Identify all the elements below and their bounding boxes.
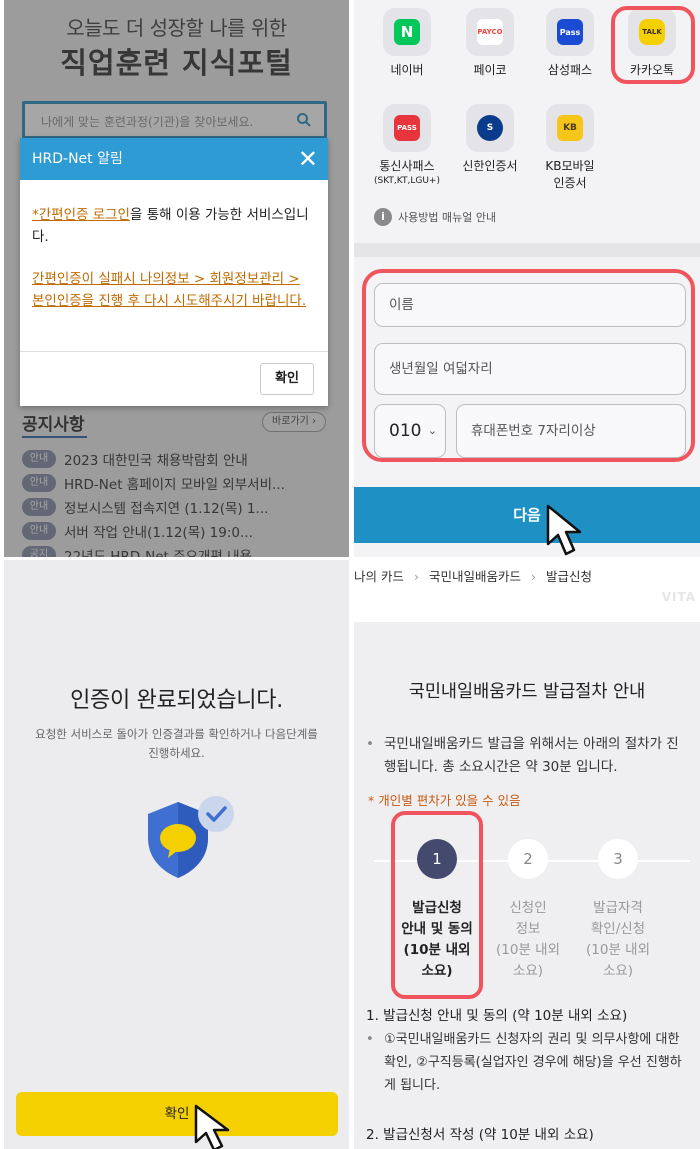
step-line: (10분 내외: [496, 942, 560, 958]
kakaotalk-highlight: [611, 6, 695, 84]
breadcrumb: 나의 카드 › 국민내일배움카드 › 발급신청 VITA: [354, 560, 700, 622]
breadcrumb-item-apply[interactable]: 발급신청: [546, 569, 592, 584]
auth-complete-title: 인증이 완료되었습니다.: [70, 688, 283, 713]
hrd-alert-modal: HRD-Net 알림 ✕ *간편인증 로그인을 통해 이용 가능한 서비스입니다…: [20, 138, 328, 406]
modal-header: HRD-Net 알림 ✕: [20, 138, 328, 180]
breadcrumb-item-card[interactable]: 국민내일배움카드: [429, 569, 521, 584]
auth-app-telecom-pass[interactable]: PASS 통신사패스 (SKT,KT,LGU+): [367, 104, 447, 187]
vita-watermark: VITA: [661, 590, 696, 604]
app-label: 삼성패스: [547, 63, 593, 77]
shinhan-tile: S: [466, 104, 514, 152]
auth-complete-panel: 인증이 완료되었습니다. 요청한 서비스로 돌아가 인증결과를 확인하거나 다음…: [4, 560, 349, 1149]
auth-app-kb[interactable]: KB KB모바일 인증서: [530, 104, 610, 192]
section-1-title: 1. 발급신청 안내 및 동의 (약 10분 내외 소요): [366, 1008, 628, 1024]
modal-divider: [20, 351, 328, 352]
step-line: (10분 내외: [586, 942, 650, 958]
modal-message-2: 간편인증이 실패시 나의정보 > 회원정보관리 > 본인인증을 진행 후 다시 …: [32, 268, 316, 312]
samsung-pass-icon: Pass: [557, 19, 583, 45]
section-1-detail-text: ①국민내일배움카드 신청자의 권리 및 의무사항에 대한 확인, ②구직등록(실…: [384, 1032, 682, 1093]
modal-title: HRD-Net 알림: [32, 151, 123, 167]
confirm-button[interactable]: 확인: [16, 1092, 338, 1136]
app-sublabel: (SKT,KT,LGU+): [374, 176, 440, 186]
samsung-pass-tile: Pass: [546, 8, 594, 56]
guide-intro: • 국민내일배움카드 발급을 위해서는 아래의 절차가 진행됩니다. 총 소요시…: [366, 733, 691, 779]
app-label: 네이버: [390, 63, 424, 77]
modal-ok-button[interactable]: 확인: [260, 363, 314, 395]
step-line: 확인/신청: [590, 921, 646, 937]
auth-app-samsung-pass[interactable]: Pass 삼성패스: [530, 8, 610, 79]
step-line: 신청인: [509, 900, 547, 916]
simple-auth-panel: N 네이버 PAYCO 페이코 Pass 삼성패스 TALK 카카오톡 PASS…: [354, 0, 700, 557]
app-label: KB모바일: [545, 159, 595, 173]
step-line: 발급자격: [593, 900, 643, 916]
step-3-circle[interactable]: 3: [598, 839, 638, 879]
guide-intro-text: 국민내일배움카드 발급을 위해서는 아래의 절차가 진행됩니다. 총 소요시간은…: [384, 736, 679, 775]
auth-app-naver[interactable]: N 네이버: [367, 8, 447, 79]
step-line: 정보: [515, 921, 541, 937]
cursor-pointer-icon: [546, 504, 582, 556]
manual-guide-text: 사용방법 매뉴얼 안내: [398, 211, 497, 224]
simple-auth-login-link[interactable]: *간편인증 로그인: [32, 207, 130, 223]
step-1-highlight: [391, 811, 483, 999]
step-3-label: 발급자격 확인/신청 (10분 내외 소요): [578, 898, 658, 982]
telecom-pass-icon: PASS: [394, 115, 420, 141]
auth-app-payco[interactable]: PAYCO 페이코: [450, 8, 530, 79]
close-icon[interactable]: ✕: [298, 138, 318, 180]
step-line: 소요): [512, 963, 544, 979]
guide-heading: 국민내일배움카드 발급절차 안내: [408, 682, 646, 702]
telecom-pass-tile: PASS: [383, 104, 431, 152]
info-icon: i: [374, 208, 392, 226]
kb-cert-icon: KB: [557, 115, 583, 141]
app-sublabel: 인증서: [553, 176, 587, 190]
section-2-title: 2. 발급신청서 작성 (약 10분 내외 소요): [366, 1127, 594, 1143]
manual-guide-link[interactable]: i 사용방법 매뉴얼 안내: [374, 208, 496, 226]
breadcrumb-item-my-card[interactable]: 나의 카드: [354, 569, 404, 584]
auth-fail-guide-link[interactable]: 간편인증이 실패시 나의정보 > 회원정보관리 > 본인인증을 진행 후 다시 …: [32, 271, 306, 309]
payco-tile: PAYCO: [466, 8, 514, 56]
form-highlight: [362, 269, 695, 462]
bullet-icon: •: [366, 1032, 374, 1047]
next-button[interactable]: 다음: [354, 487, 700, 543]
hrd-net-home-panel: 오늘도 더 성장할 나를 위한 직업훈련 지식포털 나에게 맞는 훈련과정(기관…: [4, 0, 349, 557]
step-2-label: 신청인 정보 (10분 내외 소요): [488, 898, 568, 982]
auth-app-shinhan[interactable]: S 신한인증서: [450, 104, 530, 175]
deviation-warning: * 개인별 편차가 있을 수 있음: [368, 793, 521, 808]
shield-check-icon: [148, 796, 234, 878]
kb-tile: KB: [546, 104, 594, 152]
shinhan-cert-icon: S: [477, 115, 503, 141]
step-line: 소요): [602, 963, 634, 979]
chevron-right-icon: ›: [530, 569, 536, 584]
bullet-icon: •: [366, 736, 374, 752]
app-label: 페이코: [473, 63, 507, 77]
step-2-circle[interactable]: 2: [508, 839, 548, 879]
section-separator: [354, 243, 700, 257]
payco-icon: PAYCO: [477, 19, 503, 45]
naver-icon: N: [394, 19, 420, 45]
app-label: 신한인증서: [462, 159, 518, 173]
modal-body: *간편인증 로그인을 통해 이용 가능한 서비스입니다. 간편인증이 실패시 나…: [20, 180, 328, 312]
naver-tile: N: [383, 8, 431, 56]
app-label: 통신사패스: [379, 159, 435, 173]
modal-message-1: *간편인증 로그인을 통해 이용 가능한 서비스입니다.: [32, 204, 316, 248]
card-issue-guide-panel: 나의 카드 › 국민내일배움카드 › 발급신청 VITA 국민내일배움카드 발급…: [354, 560, 700, 1149]
auth-complete-description: 요청한 서비스로 돌아가 인증결과를 확인하거나 다음단계를 진행하세요.: [35, 727, 318, 760]
breadcrumb-trail: 나의 카드 › 국민내일배움카드 › 발급신청: [354, 566, 592, 585]
cursor-pointer-icon: [194, 1104, 230, 1149]
section-1-detail: • ①국민내일배움카드 신청자의 권리 및 의무사항에 대한 확인, ②구직등록…: [366, 1028, 691, 1097]
chevron-right-icon: ›: [413, 569, 419, 584]
